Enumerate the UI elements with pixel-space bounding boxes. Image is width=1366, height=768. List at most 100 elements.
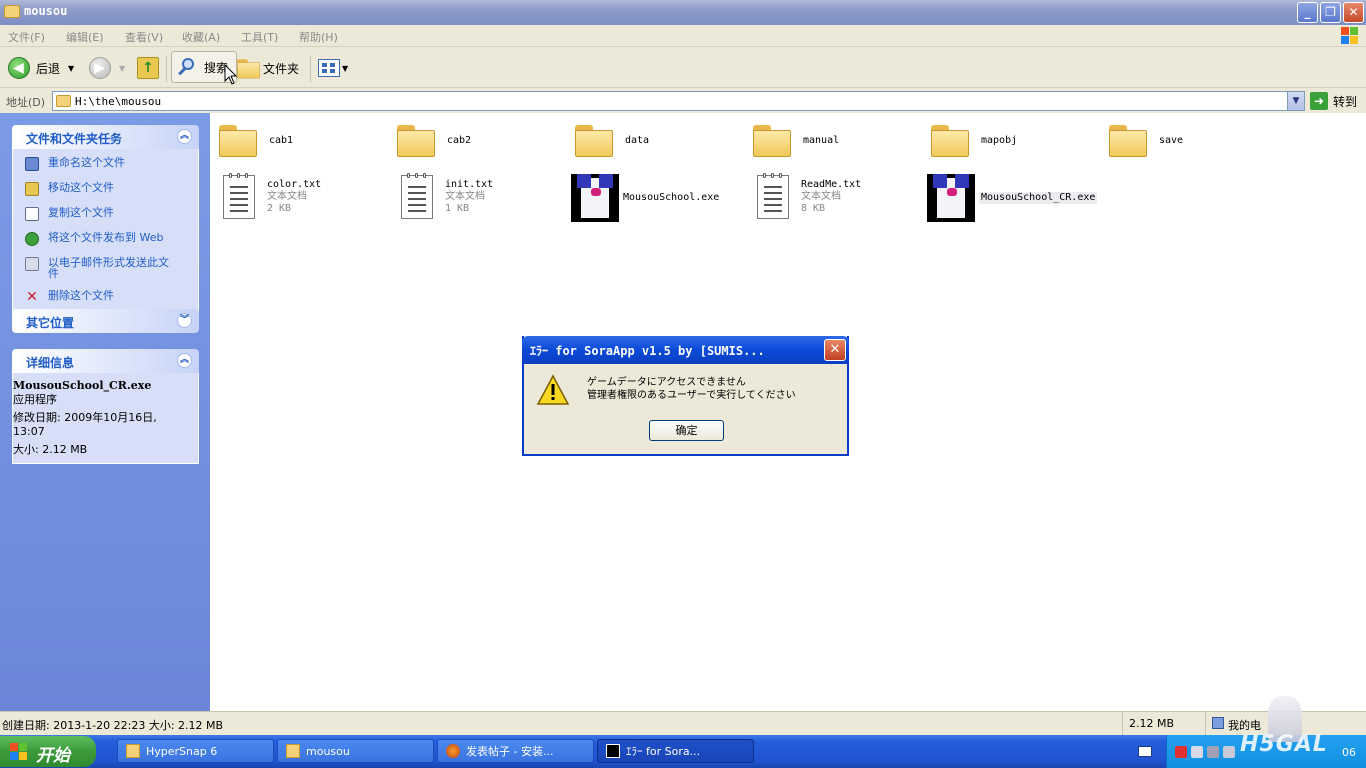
back-label: 后退 — [36, 61, 61, 76]
mouse-cursor-icon — [224, 64, 238, 85]
minimize-button[interactable]: _ — [1297, 2, 1318, 23]
item-name: ReadMe.txt — [801, 179, 862, 190]
details-header[interactable]: 详细信息 ︽ — [12, 349, 199, 373]
taskbar-item-label: mousou — [306, 744, 350, 758]
other-places-header[interactable]: 其它位置 ︾ — [12, 309, 199, 333]
window-title: mousou — [24, 4, 68, 18]
file-tasks-header[interactable]: 文件和文件夹任务 ︽ — [12, 125, 199, 149]
toolbar: ◀ 后退 ▼ ▶ ▼ ↑ 搜索 文件夹 ▼ — [0, 48, 1366, 88]
folder-icon — [56, 95, 71, 107]
forward-arrow-icon: ▶ — [89, 57, 111, 79]
start-button[interactable]: 开始 — [0, 736, 96, 767]
ok-button[interactable]: 确定 — [649, 420, 724, 441]
address-input[interactable]: H:\the\mousou ▼ — [52, 91, 1305, 111]
task-copy[interactable]: 复制这个文件 — [13, 205, 198, 223]
collapse-icon[interactable]: ︽ — [177, 129, 192, 144]
task-label: 重命名这个文件 — [48, 156, 125, 169]
task-move[interactable]: 移动这个文件 — [13, 180, 198, 198]
collapse-icon[interactable]: ︽ — [177, 353, 192, 368]
file-tasks-title: 文件和文件夹任务 — [26, 132, 123, 146]
folder-icon — [1109, 123, 1147, 157]
folder-item[interactable]: cab2 — [397, 123, 471, 157]
maximize-button[interactable]: ❐ — [1320, 2, 1341, 23]
windows-logo-icon — [1340, 26, 1360, 46]
menu-tools[interactable]: 工具(T) — [241, 29, 278, 45]
menu-edit[interactable]: 编辑(E) — [66, 29, 104, 45]
taskbar-item-mousou[interactable]: mousou — [277, 739, 434, 763]
volume-icon[interactable] — [1207, 746, 1219, 758]
close-button[interactable]: ✕ — [1343, 2, 1364, 23]
task-delete[interactable]: ✕ 删除这个文件 — [13, 288, 198, 306]
firefox-icon — [446, 744, 460, 758]
file-item[interactable]: MousouSchool.exe — [571, 174, 719, 222]
other-places-title: 其它位置 — [26, 316, 75, 330]
item-size: 2 KB — [267, 203, 292, 214]
address-dropdown-icon[interactable]: ▼ — [1287, 92, 1304, 110]
detail-size: 大小: 2.12 MB — [13, 443, 88, 456]
file-item[interactable]: init.txt 文本文档 1 KB — [401, 173, 494, 219]
taskbar: 开始 HyperSnap 6 mousou 发表帖子 - 安装... ｴﾗｰ f… — [0, 735, 1366, 768]
task-rename[interactable]: 重命名这个文件 — [13, 155, 198, 173]
detail-filename: MousouSchool_CR.exe — [13, 379, 152, 392]
details-title: 详细信息 — [26, 356, 75, 370]
rename-icon — [25, 157, 39, 171]
taskbar-item-label: HyperSnap 6 — [146, 744, 218, 758]
taskbar-item-firefox[interactable]: 发表帖子 - 安装... — [437, 739, 594, 763]
file-item[interactable]: ReadMe.txt 文本文档 8 KB — [757, 173, 862, 219]
taskbar-item-hypersnap[interactable]: HyperSnap 6 — [117, 739, 274, 763]
taskbar-item-error[interactable]: ｴﾗｰ for Sora... — [597, 739, 754, 763]
dialog-close-button[interactable]: ✕ — [824, 339, 846, 361]
item-type: 文本文档 — [445, 191, 485, 202]
dialog-title-bar[interactable]: ｴﾗｰ for SoraApp v1.5 by [SUMIS... ✕ — [522, 336, 849, 364]
folder-item[interactable]: manual — [753, 123, 839, 157]
text-document-icon — [223, 173, 255, 219]
file-item[interactable]: color.txt 文本文档 2 KB — [223, 173, 321, 219]
views-button[interactable]: ▼ — [318, 51, 348, 85]
item-name: init.txt — [445, 179, 494, 190]
folders-button[interactable]: 文件夹 — [237, 51, 299, 85]
computer-icon — [1212, 717, 1224, 729]
folder-item[interactable]: data — [575, 123, 649, 157]
address-label: 地址(D) — [6, 96, 46, 109]
display-icon[interactable] — [1223, 746, 1235, 758]
expand-icon[interactable]: ︾ — [177, 313, 192, 328]
task-email[interactable]: 以电子邮件形式发送此文件 — [13, 255, 198, 281]
network-icon[interactable] — [1191, 746, 1203, 758]
menu-file[interactable]: 文件(F) — [8, 29, 45, 45]
views-dropdown-icon: ▼ — [342, 63, 349, 73]
text-document-icon — [757, 173, 789, 219]
folder-icon — [286, 744, 300, 758]
sailor-uniform-icon — [606, 744, 620, 758]
item-name: manual — [803, 134, 840, 146]
folder-item[interactable]: cab1 — [219, 123, 293, 157]
start-label: 开始 — [36, 746, 70, 766]
folder-icon — [126, 744, 140, 758]
go-button[interactable]: ➜ 转到 — [1310, 92, 1357, 110]
task-label: 将这个文件发布到 Web — [48, 231, 164, 244]
file-item-selected[interactable]: MousouSchool_CR.exe — [927, 174, 1098, 222]
title-bar[interactable]: mousou _ ❐ ✕ — [0, 0, 1366, 25]
task-publish-web[interactable]: 将这个文件发布到 Web — [13, 230, 198, 248]
back-dropdown-icon[interactable]: ▼ — [68, 64, 74, 73]
folder-item[interactable]: mapobj — [931, 123, 1017, 157]
views-icon — [318, 59, 340, 77]
back-button[interactable]: ◀ 后退 ▼ — [8, 51, 74, 85]
up-button[interactable]: ↑ — [137, 51, 159, 85]
menu-favorites[interactable]: 收藏(A) — [182, 29, 220, 45]
menu-view[interactable]: 查看(V) — [125, 29, 163, 45]
task-label: 删除这个文件 — [48, 289, 114, 302]
keyboard-icon[interactable] — [1138, 746, 1152, 757]
forward-button[interactable]: ▶ ▼ — [89, 51, 125, 85]
menu-help[interactable]: 帮助(H) — [299, 29, 338, 45]
folders-icon — [237, 58, 260, 79]
move-icon — [25, 182, 39, 196]
text-document-icon — [401, 173, 433, 219]
forward-dropdown-icon[interactable]: ▼ — [119, 64, 125, 73]
folder-icon — [575, 123, 613, 157]
folder-item[interactable]: save — [1109, 123, 1183, 157]
sailor-uniform-icon — [571, 174, 619, 222]
email-icon — [25, 257, 39, 271]
network-icon[interactable] — [1175, 746, 1187, 758]
item-type: 文本文档 — [801, 191, 841, 202]
copy-icon — [25, 207, 39, 221]
